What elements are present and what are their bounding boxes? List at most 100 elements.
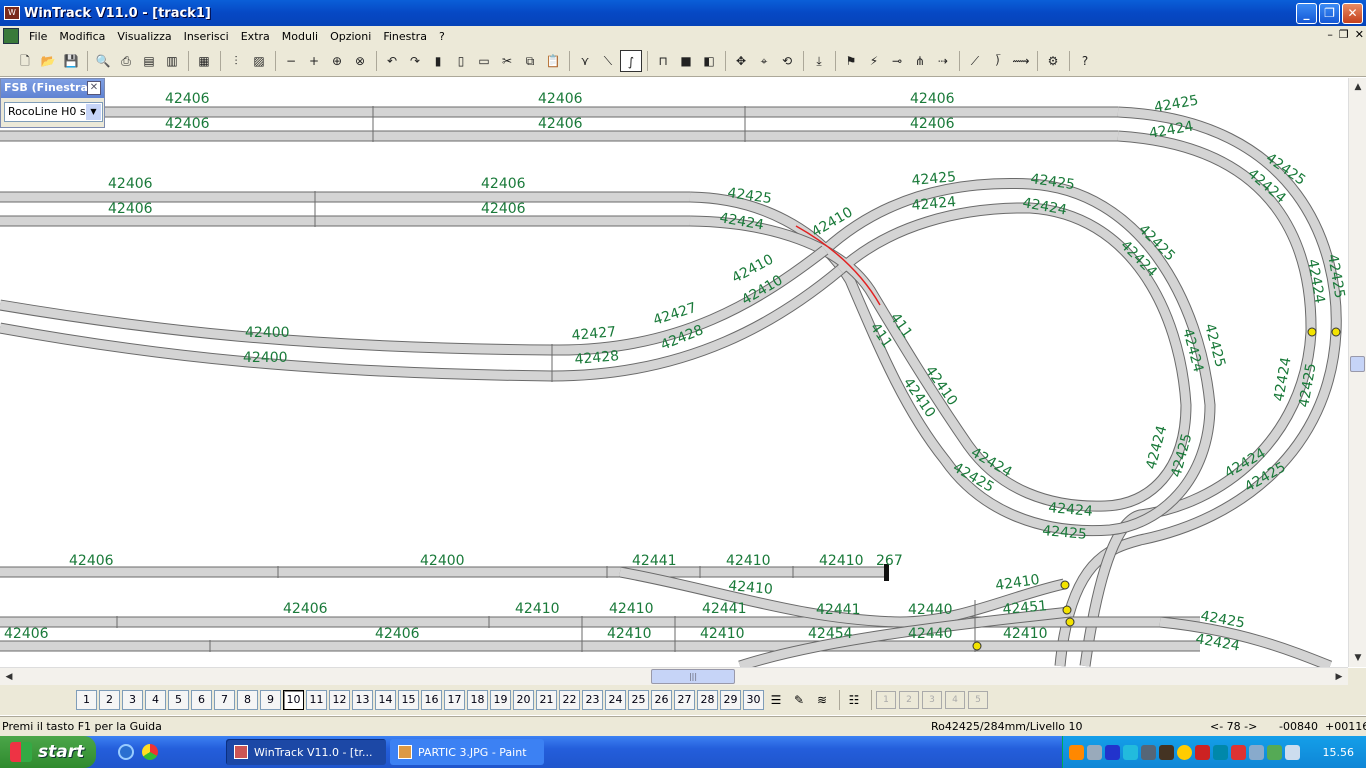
height-icon[interactable]: ⤓ [808,50,830,72]
tray-shield-icon[interactable] [1213,744,1228,760]
level-button-9[interactable]: 9 [260,690,281,710]
connect-icon[interactable]: ⊸ [886,50,908,72]
module-level-button-1[interactable]: 1 [876,691,896,709]
level-button-15[interactable]: 15 [398,690,419,710]
zoom-out-icon[interactable]: − [280,50,302,72]
slope-curve-icon[interactable]: ⟿ [1010,50,1032,72]
tray-safely-remove-icon[interactable] [1285,744,1300,760]
settings-icon[interactable]: ⫶ [225,50,247,72]
gear-icon[interactable]: ⚙ [1042,50,1064,72]
building-group-icon[interactable]: ◧ [698,50,720,72]
level-button-21[interactable]: 21 [536,690,557,710]
connect-branch-icon[interactable]: ⋔ [909,50,931,72]
move-text-icon[interactable]: ⌖ [753,50,775,72]
new-file-icon[interactable]: 🗋 [14,50,36,72]
table-icon[interactable]: ▭ [473,50,495,72]
connection-point[interactable] [1331,327,1341,337]
catenary-icon[interactable]: ⚡ [863,50,885,72]
tray-search-icon[interactable] [1123,744,1138,760]
level-button-22[interactable]: 22 [559,690,580,710]
level-button-8[interactable]: 8 [237,690,258,710]
print-icon[interactable]: ⎙ [115,50,137,72]
maximize-button[interactable]: ❐ [1319,3,1340,24]
level-button-3[interactable]: 3 [122,690,143,710]
level-button-14[interactable]: 14 [375,690,396,710]
slope-icon[interactable]: ⟋ [964,50,986,72]
zoom-in-icon[interactable]: + [303,50,325,72]
menu-file[interactable]: File [23,30,53,43]
slope-flat-icon[interactable]: ⟌ [987,50,1009,72]
wintrack-app-icon[interactable]: W [4,6,20,20]
layers-stack-icon[interactable]: ☷ [844,690,864,710]
platform-icon[interactable]: ⊓ [652,50,674,72]
horizontal-scroll-thumb[interactable]: ||| [651,669,735,684]
menu-finestra[interactable]: Finestra [377,30,433,43]
flex-track-icon[interactable]: ∫ [620,50,642,72]
mdi-minimize-button[interactable]: – [1327,28,1333,41]
track-circle[interactable] [689,178,1216,537]
module-level-button-5[interactable]: 5 [968,691,988,709]
level-button-10[interactable]: 10 [283,690,304,710]
signal-icon[interactable]: ⚑ [840,50,862,72]
level-button-19[interactable]: 19 [490,690,511,710]
library-icon[interactable]: ▦ [193,50,215,72]
horizontal-scrollbar[interactable]: ◀ ||| ▶ [0,667,1366,686]
level-button-4[interactable]: 4 [145,690,166,710]
layers-edit-icon[interactable]: ✎ [789,690,809,710]
connection-point[interactable] [972,641,982,651]
connection-point[interactable] [1060,580,1070,590]
save-icon[interactable]: 💾 [60,50,82,72]
scroll-down-icon[interactable]: ▼ [1350,650,1366,666]
level-button-18[interactable]: 18 [467,690,488,710]
level-button-17[interactable]: 17 [444,690,465,710]
start-button[interactable]: start [0,736,96,768]
internet-explorer-icon[interactable] [118,744,134,760]
menu-modifica[interactable]: Modifica [53,30,111,43]
scroll-left-icon[interactable]: ◀ [1,669,17,685]
tray-device-icon[interactable] [1159,744,1174,760]
yard-tracks[interactable] [0,566,1333,667]
zoom-fit-icon[interactable]: ⊗ [349,50,371,72]
building-icon[interactable]: ■ [675,50,697,72]
help-cursor-icon[interactable]: ? [1074,50,1096,72]
close-button[interactable]: ✕ [1342,3,1363,24]
tray-chrome-icon[interactable] [1177,744,1192,760]
cut-icon[interactable]: ✂ [496,50,518,72]
connection-point[interactable] [1065,617,1075,627]
level-button-16[interactable]: 16 [421,690,442,710]
level-button-27[interactable]: 27 [674,690,695,710]
track-loop[interactable] [1054,106,1342,667]
tray-monitor-icon[interactable] [1141,744,1156,760]
tray-bluetooth-icon[interactable] [1105,744,1120,760]
minimize-button[interactable]: _ [1296,3,1317,24]
image-icon[interactable]: ▨ [248,50,270,72]
level-button-5[interactable]: 5 [168,690,189,710]
redo-icon[interactable]: ↷ [404,50,426,72]
parts-list-icon[interactable]: ▥ [161,50,183,72]
connection-point[interactable] [1307,327,1317,337]
level-button-28[interactable]: 28 [697,690,718,710]
level-button-6[interactable]: 6 [191,690,212,710]
layers-color-icon[interactable]: ☰ [766,690,786,710]
print-setup-icon[interactable]: ▤ [138,50,160,72]
document-icon[interactable] [3,28,19,44]
level-button-29[interactable]: 29 [720,690,741,710]
vertical-scrollbar[interactable]: ▲ ▼ [1348,78,1366,667]
track-drawing[interactable]: 42406 42406 42406 42406 42406 42406 4240… [0,78,1348,667]
menu-opzioni[interactable]: Opzioni [324,30,377,43]
level-button-12[interactable]: 12 [329,690,350,710]
module-level-button-3[interactable]: 3 [922,691,942,709]
level-button-1[interactable]: 1 [76,690,97,710]
copy-icon[interactable]: ⧉ [519,50,541,72]
vertical-scroll-thumb[interactable] [1350,356,1365,372]
tray-update-icon[interactable] [1267,744,1282,760]
paste-icon[interactable]: 📋 [542,50,564,72]
tray-network-icon[interactable] [1087,744,1102,760]
menu-moduli[interactable]: Moduli [276,30,324,43]
book-open-icon[interactable]: ▯ [450,50,472,72]
undo-icon[interactable]: ↶ [381,50,403,72]
menu-help[interactable]: ? [433,30,451,43]
level-button-25[interactable]: 25 [628,690,649,710]
connect-arrow-icon[interactable]: ⇢ [932,50,954,72]
menu-inserisci[interactable]: Inserisci [178,30,235,43]
